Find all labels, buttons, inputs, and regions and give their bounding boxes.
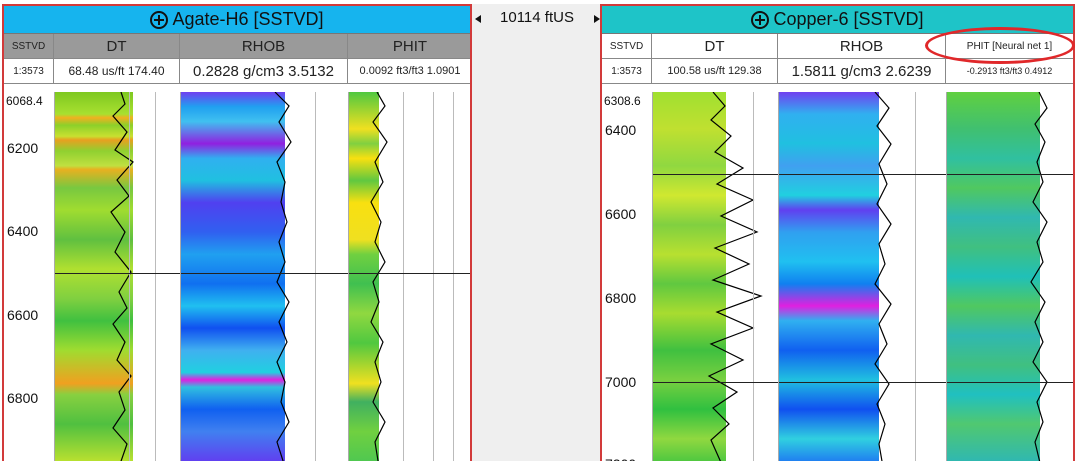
marker-line xyxy=(653,174,778,175)
depth-track[interactable]: 6308.6 6400 6600 6800 7000 7200 xyxy=(602,92,652,461)
depth-label: 6600 xyxy=(7,307,39,323)
dt-curve xyxy=(707,92,763,461)
depth-track-name: SSTVD xyxy=(602,34,651,59)
track-header-phit[interactable]: PHIT 0.0092 ft3/ft3 1.0901 xyxy=(348,34,470,83)
marker-line xyxy=(349,273,470,274)
log-track-dt[interactable] xyxy=(652,92,778,461)
grid-line xyxy=(155,92,156,461)
marker-line xyxy=(947,174,1073,175)
depth-label: 7200 xyxy=(605,456,636,461)
depth-track[interactable]: 6068.4 6200 6400 6600 6800 xyxy=(4,92,54,461)
track-header-dt[interactable]: DT 68.48 us/ft 174.40 xyxy=(54,34,180,83)
depth-label: 6600 xyxy=(605,206,637,222)
track-header-rhob[interactable]: RHOB 0.2828 g/cm3 3.5132 xyxy=(180,34,348,83)
dt-curve xyxy=(110,92,134,461)
depth-label: 7000 xyxy=(605,374,637,390)
well-panel-agate[interactable]: Agate-H6 [SSTVD] SSTVD 1:3573 DT 68.48 u… xyxy=(2,4,472,461)
depth-track-scale: 1:3573 xyxy=(4,59,53,83)
rhob-curve xyxy=(274,92,292,461)
well-title: Copper-6 [SSTVD] xyxy=(773,9,924,29)
depth-track-header[interactable]: SSTVD 1:3573 xyxy=(602,34,652,83)
depth-track-name: SSTVD xyxy=(4,34,53,59)
depth-top-label: 6308.6 xyxy=(604,94,641,108)
log-track-phit[interactable] xyxy=(348,92,470,461)
track-scale-dt: 68.48 us/ft 174.40 xyxy=(54,59,179,83)
track-header-dt[interactable]: DT 100.58 us/ft 129.38 xyxy=(652,34,778,83)
depth-label: 6200 xyxy=(7,140,39,156)
depth-track-header[interactable]: SSTVD 1:3573 xyxy=(4,34,54,83)
grid-line xyxy=(315,92,316,461)
track-header-phit[interactable]: PHIT [Neural net 1] -0.2913 ft3/ft3 0.49… xyxy=(946,34,1073,83)
track-name-rhob: RHOB xyxy=(778,34,945,59)
add-circle-icon[interactable] xyxy=(751,10,770,29)
track-scale-phit: 0.0092 ft3/ft3 1.0901 xyxy=(348,59,470,83)
log-track-phit[interactable] xyxy=(946,92,1073,461)
add-circle-icon[interactable] xyxy=(150,10,169,29)
marker-line xyxy=(181,273,348,274)
log-track-rhob[interactable] xyxy=(180,92,348,461)
header-separator xyxy=(602,83,1073,92)
track-name-dt: DT xyxy=(652,34,777,59)
track-name-rhob: RHOB xyxy=(180,34,347,59)
track-scale-rhob: 1.5811 g/cm3 2.6239 xyxy=(778,59,945,83)
rhob-curve xyxy=(874,92,892,461)
well-title-bar[interactable]: Copper-6 [SSTVD] xyxy=(602,6,1073,34)
marker-line xyxy=(947,382,1073,383)
track-scale-phit: -0.2913 ft3/ft3 0.4912 xyxy=(946,59,1073,83)
log-track-rhob[interactable] xyxy=(778,92,946,461)
phit-curve xyxy=(1030,92,1048,461)
track-name-phit: PHIT xyxy=(348,34,470,59)
depth-label: 6800 xyxy=(605,290,637,306)
well-title-bar[interactable]: Agate-H6 [SSTVD] xyxy=(4,6,470,34)
track-header-rhob[interactable]: RHOB 1.5811 g/cm3 2.6239 xyxy=(778,34,946,83)
depth-label: 6800 xyxy=(7,390,39,406)
depth-top-label: 6068.4 xyxy=(6,94,43,108)
grid-line xyxy=(915,92,916,461)
grid-line xyxy=(453,92,454,461)
well-title: Agate-H6 [SSTVD] xyxy=(172,9,324,29)
marker-line xyxy=(779,174,946,175)
grid-line xyxy=(433,92,434,461)
well-spacing-area xyxy=(472,4,600,461)
marker-line xyxy=(779,382,946,383)
well-distance-label: 10114 ftUS xyxy=(500,9,574,26)
marker-line xyxy=(55,273,180,274)
grid-line xyxy=(753,92,754,461)
depth-track-scale: 1:3573 xyxy=(602,59,651,83)
track-scale-dt: 100.58 us/ft 129.38 xyxy=(652,59,777,83)
depth-label: 6400 xyxy=(7,223,39,239)
well-panel-copper[interactable]: Copper-6 [SSTVD] SSTVD 1:3573 DT 100.58 … xyxy=(600,4,1075,461)
track-name-phit: PHIT [Neural net 1] xyxy=(946,34,1073,59)
track-name-dt: DT xyxy=(54,34,179,59)
grid-line xyxy=(129,92,130,461)
header-separator xyxy=(4,83,470,92)
track-scale-rhob: 0.2828 g/cm3 3.5132 xyxy=(180,59,347,83)
log-track-dt[interactable] xyxy=(54,92,180,461)
depth-label: 6400 xyxy=(605,122,637,138)
grid-line xyxy=(403,92,404,461)
marker-line xyxy=(653,382,778,383)
